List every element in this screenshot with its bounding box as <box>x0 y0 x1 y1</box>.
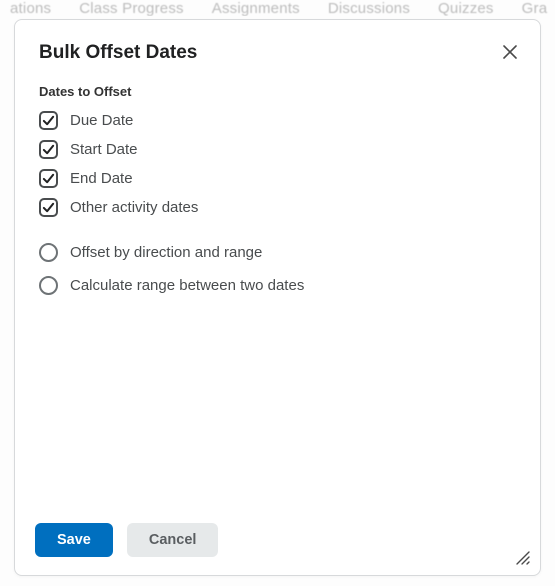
radio-offset-by-direction-and-range[interactable]: Offset by direction and range <box>39 243 516 262</box>
checkbox-icon <box>39 111 58 130</box>
checkbox-icon <box>39 169 58 188</box>
radio-icon <box>39 243 58 262</box>
radio-icon <box>39 276 58 295</box>
radio-calculate-range-between-two-dates[interactable]: Calculate range between two dates <box>39 276 516 295</box>
checkbox-icon <box>39 140 58 159</box>
checkbox-label: Due Date <box>70 112 133 129</box>
checkbox-group: Due Date Start Date End Date Other activ… <box>15 105 540 217</box>
save-button[interactable]: Save <box>35 523 113 558</box>
checkbox-icon <box>39 198 58 217</box>
close-button[interactable] <box>496 38 524 66</box>
checkbox-end-date[interactable]: End Date <box>39 169 516 188</box>
bulk-offset-dates-dialog: Bulk Offset Dates Dates to Offset Due Da… <box>14 19 541 576</box>
radio-label: Calculate range between two dates <box>70 277 304 294</box>
checkbox-label: Other activity dates <box>70 199 198 216</box>
radio-label: Offset by direction and range <box>70 244 262 261</box>
checkbox-label: Start Date <box>70 141 138 158</box>
dialog-title: Bulk Offset Dates <box>39 42 516 64</box>
checkbox-start-date[interactable]: Start Date <box>39 140 516 159</box>
checkbox-other-activity-dates[interactable]: Other activity dates <box>39 198 516 217</box>
offset-method-radio-group: Offset by direction and range Calculate … <box>15 217 540 295</box>
close-icon <box>503 45 517 59</box>
checkbox-label: End Date <box>70 170 133 187</box>
resize-handle[interactable] <box>514 549 530 565</box>
cancel-button[interactable]: Cancel <box>127 523 219 558</box>
checkbox-due-date[interactable]: Due Date <box>39 111 516 130</box>
dates-to-offset-label: Dates to Offset <box>15 70 540 105</box>
resize-handle-icon <box>514 549 530 565</box>
background-nav: ations Class Progress Assignments Discus… <box>0 0 555 16</box>
